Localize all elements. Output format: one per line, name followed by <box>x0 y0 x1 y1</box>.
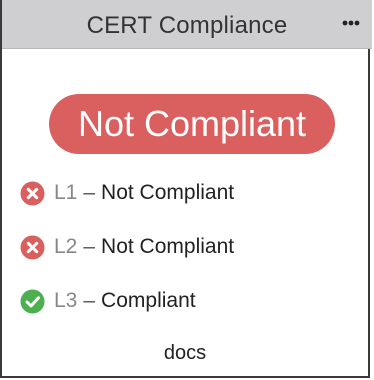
widget-menu-button[interactable] <box>338 12 364 34</box>
compliance-levels-list: L1 – Not Compliant L2 – Not Compliant L3… <box>20 176 234 338</box>
level-code: L2 <box>54 235 78 258</box>
level-row-l3: L3 – Compliant <box>20 284 234 318</box>
level-code: L3 <box>54 289 78 312</box>
level-status: Not Compliant <box>101 181 235 204</box>
level-separator: – <box>83 289 96 312</box>
check-circle-icon <box>20 289 45 314</box>
level-status: Not Compliant <box>101 235 235 258</box>
overall-status-badge: Not Compliant <box>49 94 335 154</box>
level-separator: – <box>83 181 96 204</box>
x-circle-icon <box>20 181 45 206</box>
level-status: Compliant <box>101 289 196 312</box>
level-code: L1 <box>54 181 78 204</box>
level-separator: – <box>83 235 96 258</box>
widget-title: CERT Compliance <box>86 12 288 39</box>
widget-header: CERT Compliance <box>2 0 372 49</box>
x-circle-icon <box>20 235 45 260</box>
cert-compliance-widget: CERT Compliance Not Compliant L1 – Not C… <box>0 0 372 378</box>
more-horizontal-icon <box>342 20 360 26</box>
level-row-l1: L1 – Not Compliant <box>20 176 234 210</box>
docs-link[interactable]: docs <box>2 342 368 365</box>
level-row-l2: L2 – Not Compliant <box>20 230 234 264</box>
